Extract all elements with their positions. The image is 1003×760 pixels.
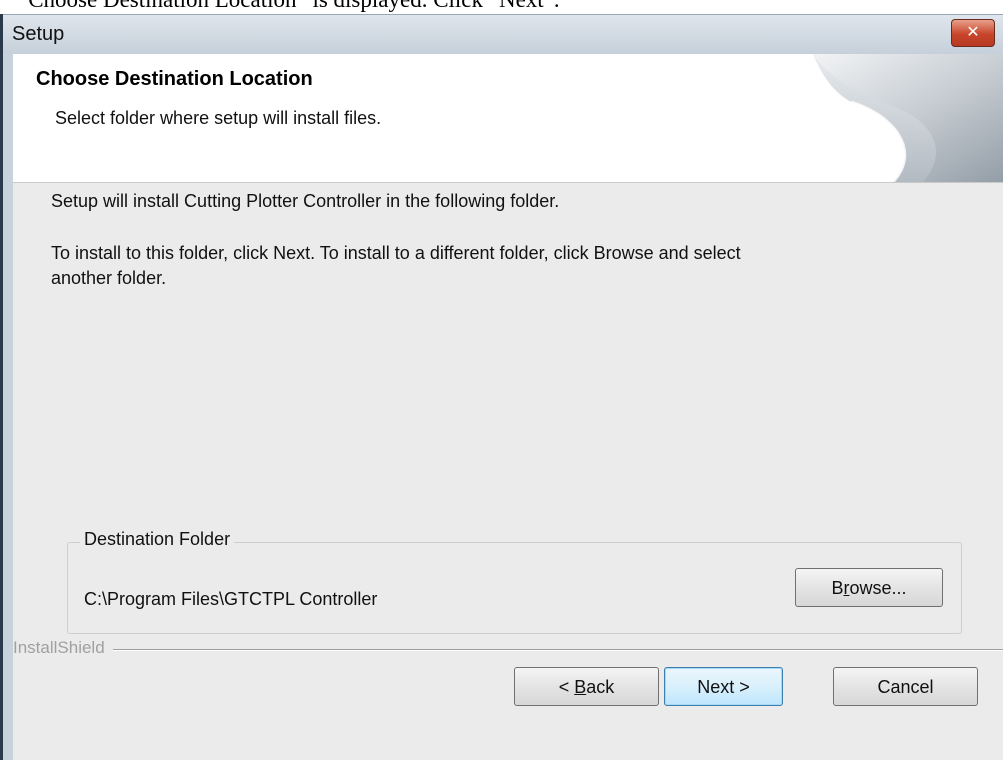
install-instructions-line1: To install to this folder, click Next. T… <box>51 243 741 263</box>
install-instructions-line2: another folder. <box>51 268 167 288</box>
page-subheading: Select folder where setup will install f… <box>55 108 382 128</box>
installshield-divider: InstallShield <box>13 638 1003 662</box>
destination-folder-path: C:\Program Files\GTCTPL Controller <box>84 589 378 609</box>
close-icon: ✕ <box>966 24 980 41</box>
title-bar[interactable]: Setup ✕ <box>3 14 1003 54</box>
install-info-text: Setup will install Cutting Plotter Contr… <box>51 191 560 211</box>
window-title: Setup <box>12 23 65 45</box>
browse-button[interactable]: Browse... <box>795 568 943 607</box>
back-button[interactable]: < Back <box>514 667 659 706</box>
instruction-caption: “Choose Destination Location” is display… <box>18 0 560 13</box>
page-curl-art <box>813 54 1003 182</box>
close-button[interactable]: ✕ <box>951 19 995 47</box>
footer-separator <box>13 649 1003 651</box>
next-button[interactable]: Next > <box>664 667 783 706</box>
window-frame-left <box>3 54 13 760</box>
setup-dialog: Setup ✕ Choose Destination Location Sele… <box>0 14 1003 760</box>
cancel-button[interactable]: Cancel <box>833 667 978 706</box>
header-banner: Choose Destination Location Select folde… <box>13 54 1003 183</box>
installshield-brand: InstallShield <box>13 638 113 658</box>
destination-folder-label: Destination Folder <box>80 529 235 550</box>
page-heading: Choose Destination Location <box>36 68 313 90</box>
